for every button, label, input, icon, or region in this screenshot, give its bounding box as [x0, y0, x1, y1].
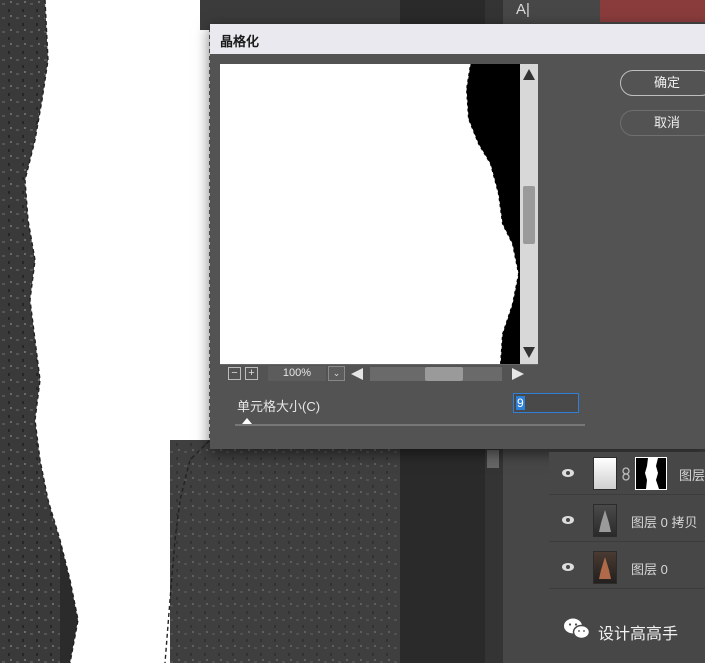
slider-thumb[interactable] — [242, 418, 252, 424]
dialog-titlebar[interactable]: 晶格化 — [210, 24, 705, 54]
chevron-down-icon[interactable]: ⌄ — [328, 366, 345, 381]
zoom-value: 100% — [268, 366, 326, 381]
arrow-left-icon[interactable] — [351, 368, 363, 380]
filter-preview[interactable] — [220, 64, 520, 364]
eye-icon[interactable] — [561, 513, 575, 527]
preview-zoom-bar: − + 100% ⌄ — [220, 364, 538, 383]
layer-thumbnail[interactable] — [593, 504, 617, 537]
layer-name[interactable]: 图层 0 拷贝 — [631, 512, 697, 531]
svg-text:A|: A| — [516, 1, 530, 18]
cancel-button[interactable]: 取消 — [620, 110, 705, 136]
link-icon[interactable] — [621, 467, 631, 481]
dialog-title: 晶格化 — [220, 34, 260, 49]
eye-icon[interactable] — [561, 560, 575, 574]
layer-mask-thumbnail[interactable] — [635, 457, 667, 490]
vertical-scroll-thumb[interactable] — [523, 186, 535, 244]
watermark-text: 设计高高手 — [598, 626, 679, 643]
arrow-down-icon[interactable] — [523, 347, 535, 358]
cell-size-value: 9 — [516, 396, 525, 410]
crystallize-dialog: 晶格化 − + 100% ⌄ 确定 取消 单元格大小(C) 9 — [210, 24, 705, 449]
layer-row-copy[interactable]: 图层 0 拷贝 — [549, 499, 705, 542]
layer-row-mask[interactable]: 图层 — [549, 452, 705, 495]
wechat-icon — [564, 618, 591, 640]
arrow-up-icon[interactable] — [523, 69, 535, 80]
layer-name[interactable]: 图层 — [679, 465, 705, 484]
cell-size-label: 单元格大小(C) — [237, 399, 321, 414]
horizontal-scroll-thumb[interactable] — [425, 367, 463, 381]
cell-size-input[interactable]: 9 — [513, 393, 579, 413]
zoom-in-icon[interactable]: + — [245, 367, 258, 380]
layer-name[interactable]: 图层 0 — [631, 559, 668, 578]
cell-size-slider[interactable] — [235, 418, 585, 426]
layer-thumbnail[interactable] — [593, 551, 617, 584]
ok-button[interactable]: 确定 — [620, 70, 705, 96]
preview-image — [465, 64, 520, 364]
zoom-out-icon[interactable]: − — [228, 367, 241, 380]
preview-vertical-scrollbar[interactable] — [520, 64, 538, 364]
layer-row-base[interactable]: 图层 0 — [549, 546, 705, 589]
arrow-right-icon[interactable] — [512, 368, 524, 380]
eye-icon[interactable] — [561, 466, 575, 480]
layer-thumbnail[interactable] — [593, 457, 617, 490]
